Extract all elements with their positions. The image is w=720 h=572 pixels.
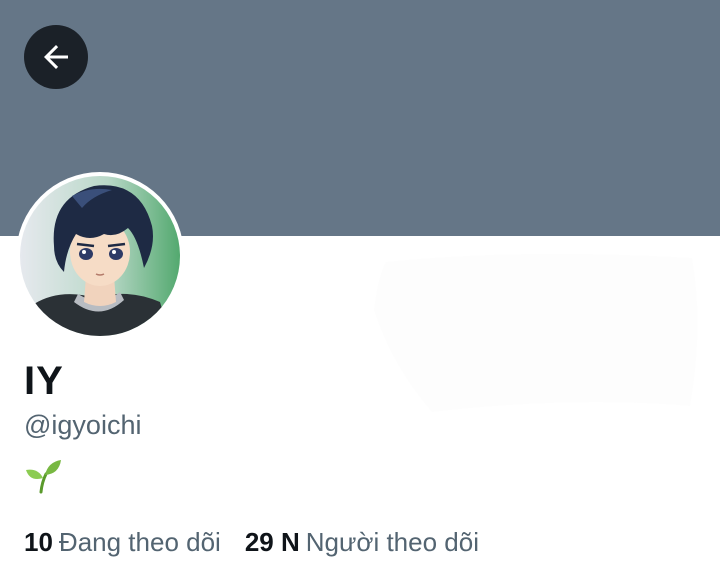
avatar-frame [16,172,184,340]
display-name: IY [24,359,64,403]
following-label: Đang theo dõi [58,527,221,557]
back-button[interactable] [24,25,88,89]
redacted-area [374,253,698,412]
seedling-icon [26,460,61,494]
handle: @igyoichi [24,410,142,440]
following-stat[interactable]: 10 Đang theo dõi [24,524,221,560]
following-count: 10 [24,527,53,557]
avatar[interactable] [20,176,180,336]
followers-stat[interactable]: 29 N Người theo dõi [245,524,479,560]
followers-count: 29 N [244,527,300,557]
profile-stats: 10 Đang theo dõi 29 N Người theo dõi [24,524,479,560]
arrow-left-icon [44,45,68,69]
avatar-image [20,176,180,336]
followers-label: Người theo dõi [305,527,479,557]
